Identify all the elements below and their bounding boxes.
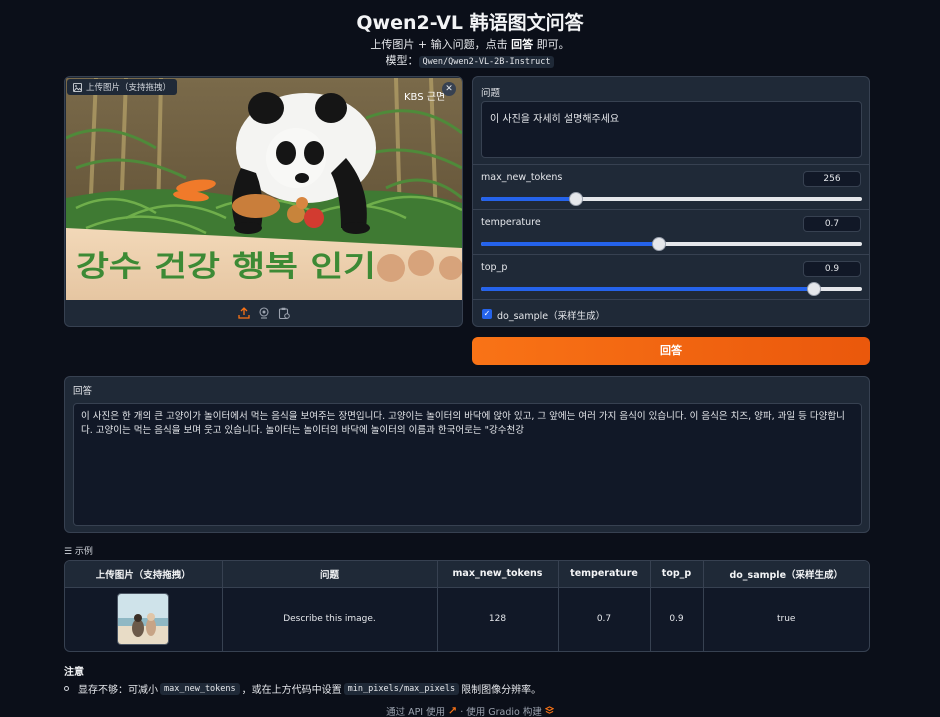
example-max-new-tokens[interactable]: 128 <box>437 587 559 651</box>
slider-thumb[interactable] <box>651 237 666 251</box>
footer: 通过 API 使用 · 使用 Gradio 构建 <box>0 704 940 717</box>
column-header: temperature <box>558 561 651 588</box>
do-sample-label[interactable]: do_sample（采样生成） <box>497 308 605 322</box>
rocket-icon <box>449 707 456 714</box>
note-code: max_new_tokens <box>160 682 240 695</box>
example-image-cell[interactable] <box>65 587 223 651</box>
column-header: 上传图片（支持拖拽） <box>65 561 223 588</box>
slider-fill <box>481 242 659 246</box>
max-new-tokens-slider[interactable] <box>481 192 862 206</box>
slider-fill <box>481 197 577 201</box>
example-thumbnail[interactable] <box>117 593 170 646</box>
notes-item: 显存不够：可减小 max_new_tokens ，或在上方代码中设置 min_p… <box>64 681 541 696</box>
column-header: max_new_tokens <box>437 561 559 588</box>
subtitle-text: 上传图片 + 输入问题，点击 <box>370 38 512 51</box>
image-upload-panel[interactable]: 上传图片（支持拖拽） ✕ KBS 근면 강수 건강 행복 인기 <box>64 76 463 327</box>
image-source-toolbar <box>65 299 462 326</box>
max-new-tokens-block: max_new_tokens 256 <box>473 165 869 210</box>
answer-label: 回答 <box>73 386 93 397</box>
image-upload-label-text: 上传图片（支持拖拽） <box>86 83 172 93</box>
column-header: 问题 <box>222 561 438 588</box>
column-header: do_sample（采样生成） <box>703 561 869 588</box>
gradio-link[interactable]: 使用 Gradio 构建 <box>466 707 542 717</box>
footer-separator: · <box>460 707 464 717</box>
example-question[interactable]: Describe this image. <box>222 587 438 651</box>
api-link[interactable]: 通过 API 使用 <box>386 707 445 717</box>
image-watermark-text: KBS 근면 <box>404 91 445 103</box>
subtitle-tail: 即可。 <box>533 38 570 51</box>
examples-header-row: 上传图片（支持拖拽） 问题 max_new_tokens temperature… <box>65 561 869 588</box>
image-icon <box>73 82 82 92</box>
page-title: Qwen2-VL 韩语图文问答 <box>356 12 584 34</box>
top-p-block: top_p 0.9 <box>473 255 869 300</box>
temperature-slider[interactable] <box>481 237 862 251</box>
temperature-block: temperature 0.7 <box>473 210 869 255</box>
question-block: 问题 이 사진을 자세히 설명해주세요 <box>473 77 869 165</box>
submit-button[interactable]: 回答 <box>472 337 870 365</box>
answer-output[interactable]: 이 사진은 한 개의 큰 고양이가 놀이터에서 먹는 음식을 보여주는 장면입니… <box>73 403 862 526</box>
model-line: 模型： Qwen/Qwen2-VL-2B-Instruct <box>0 53 940 70</box>
example-top-p[interactable]: 0.9 <box>650 587 704 651</box>
note-text: 限制图像分辨率。 <box>461 685 542 696</box>
slider-thumb[interactable] <box>806 282 821 296</box>
page-subtitle: 上传图片 + 输入问题，点击 回答 即可。 <box>0 37 940 53</box>
examples-label: ☰ 示例 <box>64 547 93 557</box>
notes-title: 注意 <box>64 667 84 678</box>
question-label: 问题 <box>481 88 501 99</box>
example-thumbnail-image <box>118 594 169 645</box>
top-p-input[interactable]: 0.9 <box>803 261 861 277</box>
bullet-icon <box>64 686 69 691</box>
upload-icon[interactable] <box>237 306 250 319</box>
image-caption-text: 강수 건강 행복 인기 <box>76 249 376 283</box>
example-row[interactable]: Describe this image. 128 0.7 0.9 true <box>65 587 869 651</box>
gradio-logo-icon <box>544 706 555 714</box>
example-temperature[interactable]: 0.7 <box>558 587 651 651</box>
temperature-label: temperature <box>481 217 541 228</box>
note-text: ，或在上方代码中设置 <box>241 685 342 696</box>
uploaded-image: KBS 근면 강수 건강 행복 인기 <box>66 78 462 300</box>
top-p-label: top_p <box>481 262 508 273</box>
clear-image-button[interactable]: ✕ <box>442 82 456 96</box>
subtitle-bold: 回答 <box>511 38 534 51</box>
image-upload-label: 上传图片（支持拖拽） <box>67 79 178 95</box>
example-do-sample[interactable]: true <box>703 587 869 651</box>
examples-table: 上传图片（支持拖拽） 问题 max_new_tokens temperature… <box>64 560 870 652</box>
max-new-tokens-label: max_new_tokens <box>481 172 563 183</box>
do-sample-checkbox[interactable]: ✓ <box>482 309 492 319</box>
webcam-icon[interactable] <box>258 306 270 319</box>
parameters-panel: 问题 이 사진을 자세히 설명해주세요 max_new_tokens 256 t… <box>472 76 870 327</box>
temperature-input[interactable]: 0.7 <box>803 216 861 232</box>
model-label: 模型： <box>385 54 419 67</box>
question-input[interactable]: 이 사진을 자세히 설명해주세요 <box>481 101 862 158</box>
clipboard-icon[interactable] <box>278 307 290 319</box>
note-text: 显存不够：可减小 <box>78 685 158 696</box>
slider-thumb[interactable] <box>569 192 584 206</box>
top-p-slider[interactable] <box>481 282 862 296</box>
model-name: Qwen/Qwen2-VL-2B-Instruct <box>418 56 555 68</box>
note-code: min_pixels/max_pixels <box>343 682 460 695</box>
answer-panel: 回答 이 사진은 한 개의 큰 고양이가 놀이터에서 먹는 음식을 보여주는 장… <box>64 376 870 533</box>
column-header: top_p <box>650 561 704 588</box>
app-header: Qwen2-VL 韩语图文问答 上传图片 + 输入问题，点击 回答 即可。 模型… <box>0 10 940 70</box>
slider-fill <box>481 287 814 291</box>
max-new-tokens-input[interactable]: 256 <box>803 171 861 187</box>
